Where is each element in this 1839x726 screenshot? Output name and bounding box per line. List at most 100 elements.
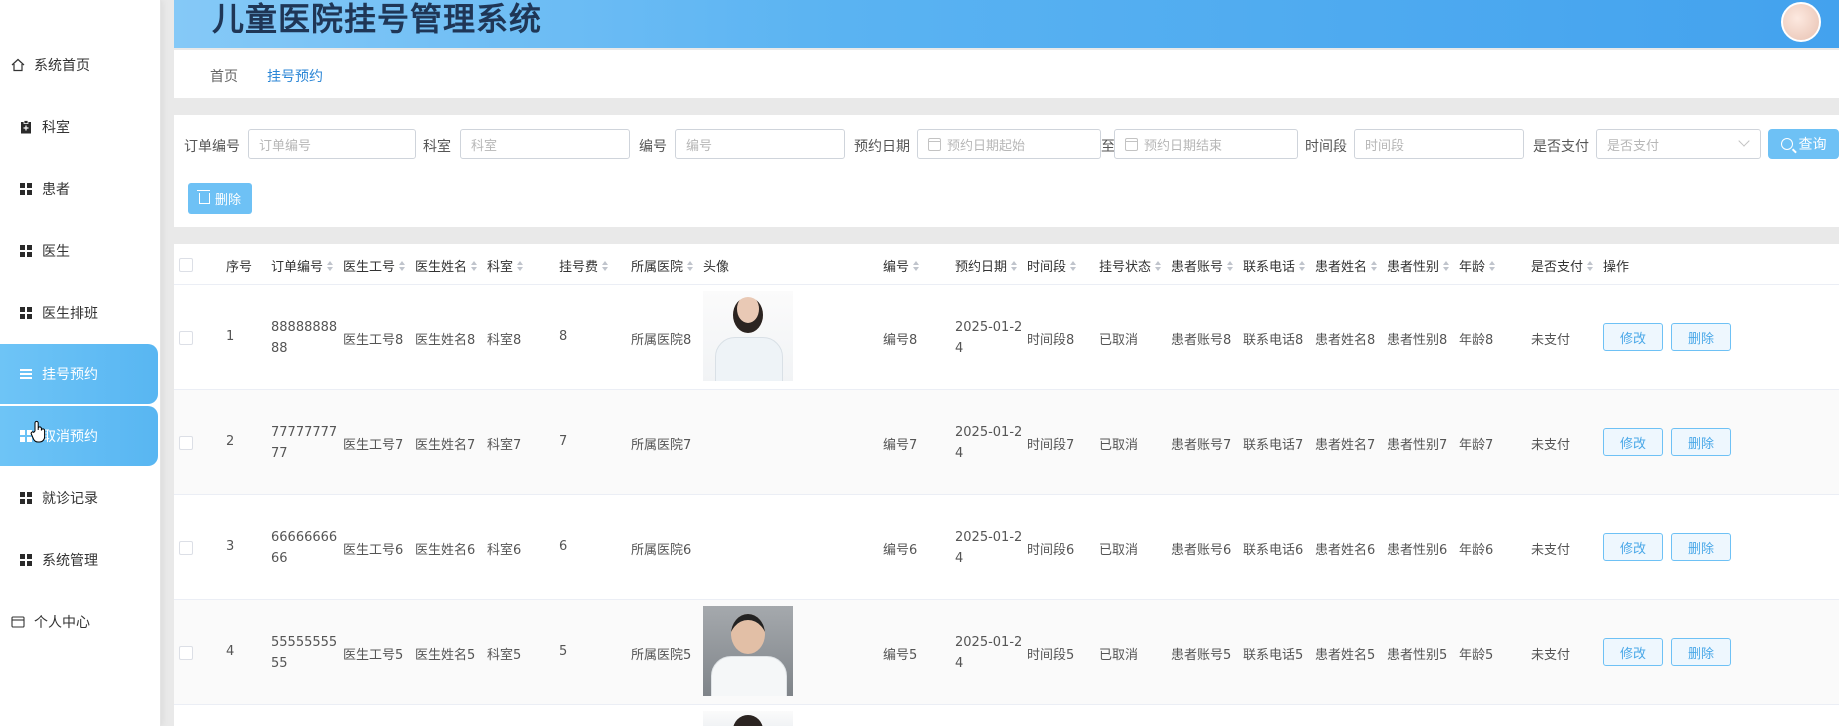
col-patient-account[interactable]: 患者账号 [1171,256,1234,275]
cell-hospital: 所属医院5 [631,648,692,663]
col-number-label: 编号 [883,260,910,275]
search-icon [1780,138,1793,150]
table-row: 1 8888888888 医生工号8 医生姓名8 科室8 8 所属医院8 编号8… [174,285,1839,390]
col-number[interactable]: 编号 [883,256,920,275]
col-age-label: 年龄 [1459,260,1486,275]
sort-icon [1011,260,1018,271]
date-end-input[interactable]: 预约日期结束 [1114,129,1298,159]
sidebar-item-doctor[interactable]: 医生 [0,221,158,281]
sidebar-item-patient[interactable]: 患者 [0,159,158,219]
col-fee-label: 挂号费 [559,260,599,275]
delete-button[interactable]: 删除 [1671,428,1731,456]
sidebar-item-label: 系统首页 [34,58,90,74]
trash-icon [196,190,210,204]
edit-button[interactable]: 修改 [1603,638,1663,666]
order-number-input[interactable]: 订单编号 [248,129,416,159]
doctor-avatar-image [703,291,793,381]
time-slot-input[interactable]: 时间段 [1354,129,1524,159]
table-row: 2 7777777777 医生工号7 医生姓名7 科室7 7 所属医院7 编号7… [174,390,1839,495]
cell-patient-account: 患者账号6 [1171,543,1232,558]
date-start-input[interactable]: 预约日期起始 [917,129,1101,159]
cell-phone: 联系电话6 [1243,543,1304,558]
sidebar-item-label: 患者 [42,182,70,198]
cell-date: 2025-01-24 [955,425,1023,461]
sort-icon [913,260,920,271]
col-doctor-name[interactable]: 医生姓名 [415,256,478,275]
date-separator: 至 [1101,139,1115,155]
sidebar-item-cancel-appointment[interactable]: 取消预约 [0,406,158,466]
edit-button[interactable]: 修改 [1603,428,1663,456]
sidebar-item-profile[interactable]: 个人中心 [0,592,158,652]
row-checkbox[interactable] [179,331,193,345]
sidebar-item-label: 系统管理 [42,553,98,569]
col-phone-label: 联系电话 [1243,260,1296,275]
col-fee[interactable]: 挂号费 [559,256,609,275]
cell-index: 3 [226,539,235,554]
top-header: 儿童医院挂号管理系统 [174,0,1839,48]
user-avatar[interactable] [1781,2,1821,42]
doctor-avatar-image [703,711,793,726]
cell-doctor-name: 医生姓名5 [415,648,476,663]
number-input[interactable]: 编号 [675,129,845,159]
delete-button[interactable]: 删除 [1671,323,1731,351]
row-checkbox[interactable] [179,436,193,450]
batch-delete-button[interactable]: 删除 [188,183,252,214]
col-dept[interactable]: 科室 [487,256,524,275]
delete-button[interactable]: 删除 [1671,638,1731,666]
col-status[interactable]: 挂号状态 [1099,256,1162,275]
batch-delete-label: 删除 [214,193,241,208]
cell-dept: 科室8 [487,333,522,348]
appointment-table: 序号 订单编号 医生工号 医生姓名 科室 挂号费 所属医院 头像 编号 预约日期… [174,244,1839,726]
cell-dept: 科室6 [487,543,522,558]
col-date-label: 预约日期 [955,260,1008,275]
cell-fee: 6 [559,539,568,554]
sidebar-item-schedule[interactable]: 医生排班 [0,283,158,343]
col-slot[interactable]: 时间段 [1027,256,1077,275]
grid-icon [18,181,34,197]
col-age[interactable]: 年龄 [1459,256,1496,275]
cell-age: 年龄8 [1459,333,1494,348]
cell-slot: 时间段7 [1027,438,1075,453]
row-checkbox[interactable] [179,646,193,660]
cell-status: 已取消 [1099,333,1139,348]
sidebar-item-visit-records[interactable]: 就诊记录 [0,468,158,528]
col-phone[interactable]: 联系电话 [1243,256,1306,275]
col-patient-name[interactable]: 患者姓名 [1315,256,1378,275]
cell-doctor-id: 医生工号7 [343,438,404,453]
cell-fee: 8 [559,329,568,344]
breadcrumb-current: 挂号预约 [267,69,323,85]
cell-paid: 未支付 [1531,543,1571,558]
cell-doctor-name: 医生姓名7 [415,438,476,453]
sort-icon [399,260,406,271]
col-gender[interactable]: 患者性别 [1387,256,1450,275]
col-slot-label: 时间段 [1027,260,1067,275]
sidebar-item-system[interactable]: 系统管理 [0,530,158,590]
col-hospital[interactable]: 所属医院 [631,256,694,275]
select-all-checkbox[interactable] [179,258,193,272]
col-date[interactable]: 预约日期 [955,256,1018,275]
sort-icon [1155,260,1162,271]
row-checkbox[interactable] [179,541,193,555]
edit-button[interactable]: 修改 [1603,533,1663,561]
cell-hospital: 所属医院6 [631,543,692,558]
department-input[interactable]: 科室 [460,129,630,159]
paid-select[interactable]: 是否支付 [1596,129,1761,159]
cell-paid: 未支付 [1531,648,1571,663]
col-paid[interactable]: 是否支付 [1531,256,1594,275]
cell-patient-name: 患者姓名6 [1315,543,1376,558]
col-order[interactable]: 订单编号 [271,256,334,275]
sidebar-item-home[interactable]: 系统首页 [0,35,158,95]
table-row: 3 6666666666 医生工号6 医生姓名6 科室6 6 所属医院6 编号6… [174,495,1839,600]
grid-icon [18,490,34,506]
cell-date: 2025-01-24 [955,635,1023,671]
sidebar-item-department[interactable]: 科室 [0,97,158,157]
cell-gender: 患者性别5 [1387,648,1448,663]
breadcrumb-home[interactable]: 首页 [210,66,238,86]
edit-button[interactable]: 修改 [1603,323,1663,351]
cell-index: 1 [226,329,235,344]
col-doctor-id[interactable]: 医生工号 [343,256,406,275]
cell-number: 编号5 [883,648,918,663]
sidebar-item-appointment[interactable]: 挂号预约 [0,344,158,404]
query-button[interactable]: 查询 [1768,129,1839,159]
delete-button[interactable]: 删除 [1671,533,1731,561]
